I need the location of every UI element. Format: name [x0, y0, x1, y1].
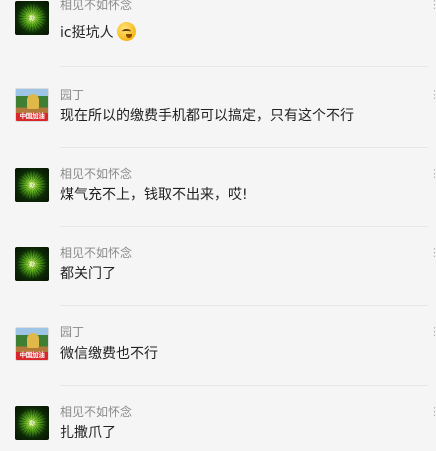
comment-nickname[interactable]: 相见不如怀念: [60, 167, 132, 181]
divider: [60, 66, 428, 67]
avatar[interactable]: 中国加油: [15, 327, 49, 361]
avatar[interactable]: 中国加油: [15, 88, 49, 122]
avatar-caption: 中国加油: [19, 351, 45, 359]
avatar[interactable]: [15, 406, 49, 440]
comment-text: 微信缴费也不行: [60, 346, 158, 362]
person-figure: [27, 94, 39, 109]
divider: [60, 305, 428, 306]
reply-icon[interactable]: ⋮: [429, 167, 436, 180]
comment-nickname[interactable]: 相见不如怀念: [60, 246, 132, 260]
comment-text: 煤气充不上，钱取不出来，哎!: [60, 187, 248, 203]
comment-nickname[interactable]: 相见不如怀念: [60, 405, 132, 419]
comment-nickname[interactable]: 园丁: [60, 88, 84, 102]
divider: [60, 385, 428, 386]
reply-icon[interactable]: ⋮: [429, 325, 436, 338]
comment-text: ic挺坑人: [60, 22, 136, 42]
reply-icon[interactable]: ⋮: [429, 88, 436, 101]
comment-text-content: ic挺坑人: [60, 25, 114, 41]
comment-nickname[interactable]: 园丁: [60, 325, 84, 339]
comment-nickname[interactable]: 相见不如怀念: [60, 0, 132, 12]
avatar-caption: 中国加油: [19, 112, 45, 120]
divider: [60, 226, 428, 227]
comment-list: 相见不如怀念 ⋮ ic挺坑人 中国加油 园丁 ⋮ 现在所以的缴费手机都可以搞定，…: [0, 0, 436, 451]
reply-icon[interactable]: ⋮: [429, 0, 436, 11]
divider: [60, 147, 428, 148]
avatar[interactable]: [15, 1, 49, 35]
thinking-face-emoji-icon: [116, 22, 136, 41]
comment-text: 现在所以的缴费手机都可以搞定，只有这个不行: [60, 108, 354, 124]
avatar[interactable]: [15, 247, 49, 281]
avatar[interactable]: [15, 168, 49, 202]
comment-text: 扎撒爪了: [60, 425, 116, 441]
reply-icon[interactable]: ⋮: [429, 405, 436, 418]
person-figure: [27, 333, 39, 348]
reply-icon[interactable]: ⋮: [429, 246, 436, 259]
comment-text: 都关门了: [60, 266, 116, 282]
